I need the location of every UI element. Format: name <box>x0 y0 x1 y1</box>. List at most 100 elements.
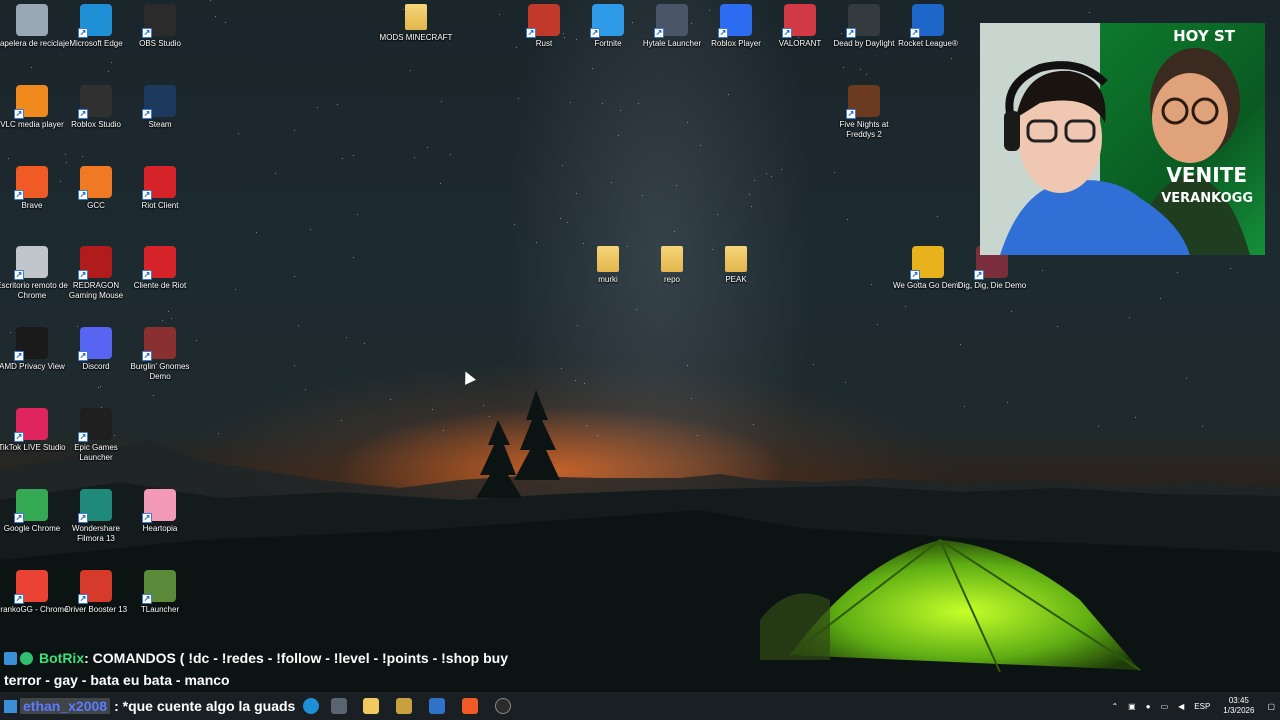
desktop-icon[interactable]: ↗ Wondershare Filmora 13 <box>64 485 128 563</box>
chat-username: BotRix <box>39 650 85 666</box>
shortcut-arrow-icon: ↗ <box>142 190 152 200</box>
star <box>536 242 537 243</box>
desktop-icon[interactable]: ↗ Riot Client <box>128 162 192 240</box>
desktop-icon[interactable]: ↗ Cliente de Riot <box>128 242 192 320</box>
subscriber-badge-icon <box>4 699 17 713</box>
remote-desktop-icon: ↗ <box>14 246 48 280</box>
banner-venite: VENITE <box>1166 163 1247 187</box>
shortcut-arrow-icon: ↗ <box>142 594 152 604</box>
desktop-icon[interactable]: ↗ VLC media player <box>0 81 64 159</box>
star <box>440 183 441 184</box>
language-indicator[interactable]: ESP <box>1194 702 1210 711</box>
star <box>1129 317 1130 318</box>
mail-icon[interactable] <box>422 692 452 720</box>
store-icon[interactable] <box>389 692 419 720</box>
desktop-icon[interactable]: ↗ GCC <box>64 162 128 240</box>
desktop-icon[interactable]: ↗ Dead by Daylight <box>832 0 896 78</box>
star <box>753 424 754 425</box>
rocket-league-icon: ↗ <box>910 4 944 38</box>
desktop-icon[interactable]: ↗ Microsoft Edge <box>64 0 128 78</box>
monitor-icon[interactable]: ▭ <box>1161 702 1169 711</box>
shortcut-arrow-icon: ↗ <box>14 432 24 442</box>
desktop-icon[interactable]: ↗ Hytale Launcher <box>640 0 704 78</box>
desktop-icon[interactable]: ↗ OBS Studio <box>128 0 192 78</box>
discord-icon: ↗ <box>78 327 112 361</box>
desktop-icon[interactable]: ↗ REDRAGON Gaming Mouse <box>64 242 128 320</box>
banner-channel: VERANKOGG <box>1161 191 1253 206</box>
desktop-icon[interactable]: ↗ We Gotta Go Demo <box>893 242 963 320</box>
star <box>342 158 343 159</box>
shortcut-arrow-icon: ↗ <box>526 28 536 38</box>
star <box>427 147 428 148</box>
desktop-icon[interactable]: ↗ Driver Booster 13 <box>64 566 128 644</box>
star <box>196 340 197 341</box>
desktop-icon[interactable]: ↗ Epic Games Launcher <box>64 404 128 482</box>
desktop-icon[interactable]: ↗ Discord <box>64 323 128 401</box>
brave-taskbar-icon[interactable] <box>455 692 485 720</box>
star <box>1160 298 1161 299</box>
desktop-icon[interactable]: ↗ Fortnite <box>576 0 640 78</box>
star <box>432 409 433 410</box>
star <box>441 101 442 102</box>
shortcut-arrow-icon: ↗ <box>14 513 24 523</box>
star <box>964 406 965 407</box>
desktop-icon[interactable]: ↗ TikTok LIVE Studio <box>0 404 66 482</box>
volume-icon[interactable]: ◀ <box>1178 702 1184 711</box>
shortcut-arrow-icon: ↗ <box>78 270 88 280</box>
star <box>225 22 226 23</box>
star <box>305 389 306 390</box>
shortcut-arrow-icon: ↗ <box>590 28 600 38</box>
desktop-icon[interactable]: ↗ AMD Privacy View <box>0 323 65 401</box>
desktop-icon[interactable]: Papelera de reciclaje <box>0 0 69 78</box>
hytale-icon: ↗ <box>654 4 688 38</box>
clock[interactable]: 03:45 1/3/2026 <box>1223 696 1254 716</box>
star <box>717 214 718 215</box>
desktop-icon[interactable]: ↗ TLauncher <box>128 566 192 644</box>
desktop-icon[interactable]: ↗ Roblox Studio <box>64 81 128 159</box>
system-tray: ⌃ ▣ ● ▭ ◀ ESP 03:45 1/3/2026 ▢ <box>1106 692 1280 720</box>
file-explorer-icon[interactable] <box>356 692 386 720</box>
desktop-icon[interactable]: ↗ VALORANT <box>768 0 832 78</box>
riot-client-icon: ↗ <box>142 246 176 280</box>
desktop-icon[interactable]: ↗ Five Nights at Freddys 2 <box>832 81 896 159</box>
obs-icon: ↗ <box>142 4 176 38</box>
desktop-icon[interactable]: MODS MINECRAFT <box>380 0 452 78</box>
desktop-icon[interactable]: ↗ Google Chrome <box>0 485 64 563</box>
desktop-icon[interactable]: repo <box>640 242 704 320</box>
task-view-icon[interactable] <box>324 692 354 720</box>
edge-taskbar-icon[interactable] <box>296 692 326 720</box>
dbd-icon: ↗ <box>846 4 880 38</box>
desktop-icon[interactable]: ↗ Heartopia <box>128 485 192 563</box>
star <box>871 284 872 285</box>
desktop-icon[interactable]: ↗ Roblox Player <box>704 0 768 78</box>
notification-icon[interactable]: ▢ <box>1267 702 1275 711</box>
tiktok-icon: ↗ <box>14 408 48 442</box>
desktop-icon[interactable]: ↗ Burglin' Gnomes Demo <box>128 323 192 401</box>
desktop-icon-label: OBS Studio <box>139 39 181 48</box>
network-icon[interactable]: ▣ <box>1128 702 1136 711</box>
desktop-icon[interactable]: ↗ Steam <box>128 81 192 159</box>
star <box>341 420 342 421</box>
desktop-icon[interactable]: ↗ Rocket League® <box>896 0 960 78</box>
star <box>567 222 568 223</box>
shortcut-arrow-icon: ↗ <box>14 594 24 604</box>
obs-taskbar-icon[interactable] <box>488 692 518 720</box>
microphone-icon[interactable]: ● <box>1146 702 1151 711</box>
desktop-icon[interactable]: ↗ Escritorio remoto de Chrome <box>0 242 68 320</box>
desktop-icon[interactable]: PEAK <box>704 242 768 320</box>
desktop-icon[interactable]: ↗ Brave <box>0 162 64 240</box>
folder-icon <box>661 246 683 272</box>
desktop-icon-label: Heartopia <box>142 524 178 533</box>
star <box>294 365 295 366</box>
roblox-icon: ↗ <box>718 4 752 38</box>
desktop-icon[interactable]: murki <box>576 242 640 320</box>
star <box>364 343 365 344</box>
desktop-icon[interactable]: ↗ FrankoGG - Chrome <box>0 566 68 644</box>
desktop-icon[interactable]: ↗ Rust <box>512 0 576 78</box>
shortcut-arrow-icon: ↗ <box>14 270 24 280</box>
shortcut-arrow-icon: ↗ <box>78 594 88 604</box>
star <box>346 337 347 338</box>
star <box>1089 12 1090 13</box>
chevron-up-icon[interactable]: ⌃ <box>1111 702 1118 711</box>
star <box>1186 378 1187 379</box>
